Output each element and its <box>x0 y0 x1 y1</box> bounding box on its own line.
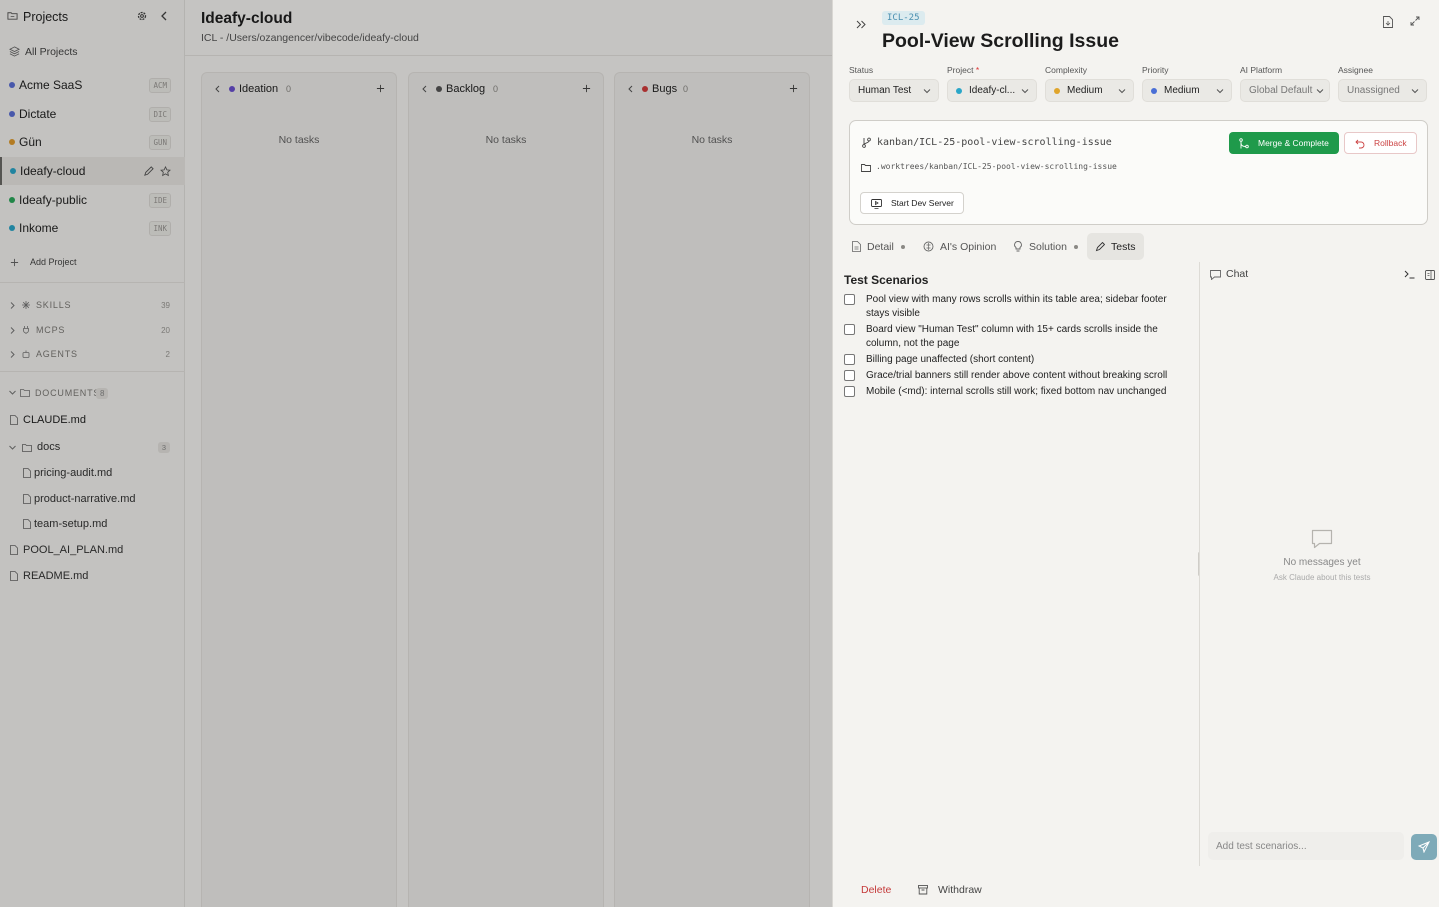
assignee-value: Unassigned <box>1347 85 1400 96</box>
test-item: Grace/trial banners still render above c… <box>844 369 1189 383</box>
ticket-id-badge: ICL-25 <box>882 11 925 25</box>
project-select[interactable]: Ideafy-cl... <box>947 79 1037 102</box>
chat-title: Chat <box>1226 268 1249 280</box>
rollback-button[interactable]: Rollback <box>1344 132 1417 154</box>
test-scenarios-heading: Test Scenarios <box>844 273 929 287</box>
flask-pen-icon <box>1095 241 1105 252</box>
export-file-icon[interactable] <box>1382 15 1394 28</box>
expand-icon[interactable] <box>1409 15 1421 27</box>
complexity-select[interactable]: Medium <box>1045 79 1134 102</box>
test-item: Board view "Human Test" column with 15+ … <box>844 323 1189 350</box>
complexity-value: Medium <box>1067 85 1103 96</box>
send-button[interactable] <box>1411 834 1437 860</box>
send-icon <box>1418 841 1430 853</box>
undo-icon <box>1354 138 1365 149</box>
chevron-down-icon <box>1411 86 1419 97</box>
status-select[interactable]: Human Test <box>849 79 939 102</box>
merge-complete-button[interactable]: Merge & Complete <box>1229 132 1339 154</box>
test-text: Pool view with many rows scrolls within … <box>866 294 1167 319</box>
ai-platform-select[interactable]: Global Default <box>1240 79 1330 102</box>
test-text: Billing page unaffected (short content) <box>866 354 1035 365</box>
tab-detail[interactable]: Detail <box>845 233 907 260</box>
monitor-play-icon <box>870 198 882 209</box>
project-value: Ideafy-cl... <box>969 85 1016 96</box>
start-dev-server-label: Start Dev Server <box>891 198 954 208</box>
complexity-color-dot <box>1054 87 1060 94</box>
git-branch-icon <box>861 136 871 148</box>
chevron-down-icon <box>1216 86 1224 97</box>
branch-name: kanban/ICL-25-pool-view-scrolling-issue <box>877 137 1112 148</box>
tab-tests[interactable]: Tests <box>1087 233 1144 260</box>
test-text: Grace/trial banners still render above c… <box>866 370 1168 381</box>
ticket-title[interactable]: Pool-View Scrolling Issue <box>882 30 1119 53</box>
test-checkbox[interactable] <box>844 324 855 335</box>
modal-backdrop[interactable] <box>0 0 832 907</box>
empty-chat-title: No messages yet <box>1283 557 1361 568</box>
delete-button[interactable]: Delete <box>861 884 891 896</box>
chat-pane: Chat No messages yet Ask Claude about th… <box>1199 262 1439 866</box>
empty-chat-icon <box>1311 529 1333 549</box>
project-label-text: Project <box>947 65 974 75</box>
rollback-label: Rollback <box>1374 138 1407 148</box>
tab-solution[interactable]: Solution <box>1007 233 1085 260</box>
complexity-label: Complexity <box>1045 65 1088 75</box>
priority-value: Medium <box>1164 85 1200 96</box>
chevron-down-icon <box>1118 86 1126 97</box>
chevron-down-icon <box>1021 86 1029 97</box>
start-dev-server-button[interactable]: Start Dev Server <box>860 192 964 214</box>
merge-complete-label: Merge & Complete <box>1258 138 1329 148</box>
test-item: Mobile (<md): internal scrolls still wor… <box>844 385 1189 399</box>
tab-indicator-dot <box>900 244 905 249</box>
ai-platform-label: AI Platform <box>1240 65 1283 75</box>
chat-bubble-icon <box>1209 269 1221 280</box>
tab-label: Tests <box>1111 240 1136 253</box>
chevron-down-icon <box>1316 86 1324 97</box>
assignee-select[interactable]: Unassigned <box>1338 79 1427 102</box>
status-label: Status <box>849 65 874 75</box>
test-text: Board view "Human Test" column with 15+ … <box>866 324 1158 349</box>
test-text: Mobile (<md): internal scrolls still wor… <box>866 386 1167 397</box>
collapse-panel-icon[interactable] <box>855 18 867 30</box>
priority-label: Priority <box>1142 65 1169 75</box>
status-value: Human Test <box>858 85 912 96</box>
folder-git-icon <box>860 162 871 172</box>
project-color-dot <box>956 87 962 94</box>
tab-indicator-dot <box>1073 244 1078 249</box>
required-marker: * <box>975 65 980 75</box>
withdraw-button[interactable]: Withdraw <box>916 879 982 901</box>
chat-input[interactable]: Add test scenarios... <box>1208 832 1404 860</box>
git-merge-icon <box>1238 137 1249 149</box>
ai-platform-value: Global Default <box>1249 85 1313 96</box>
lightbulb-icon <box>1014 241 1022 252</box>
test-checkbox[interactable] <box>844 294 855 305</box>
panel-toggle-icon[interactable] <box>1424 269 1436 281</box>
worktree-path: .worktrees/kanban/ICL-25-pool-view-scrol… <box>876 162 1117 171</box>
terminal-icon[interactable] <box>1403 269 1415 279</box>
tab-label: Solution <box>1029 240 1067 253</box>
tab-ai-opinion[interactable]: AI's Opinion <box>917 233 997 260</box>
tab-label: Detail <box>867 240 894 253</box>
chevron-down-icon <box>923 86 931 97</box>
git-worktree-box: kanban/ICL-25-pool-view-scrolling-issue … <box>849 120 1428 225</box>
test-item: Billing page unaffected (short content) <box>844 353 1189 367</box>
test-checkbox[interactable] <box>844 386 855 397</box>
empty-chat-subtitle: Ask Claude about this tests <box>1273 573 1371 582</box>
withdraw-label: Withdraw <box>938 884 982 896</box>
file-text-icon <box>852 241 861 252</box>
test-checkbox[interactable] <box>844 354 855 365</box>
priority-select[interactable]: Medium <box>1142 79 1232 102</box>
brain-icon <box>923 241 934 252</box>
project-label: Project * <box>947 65 979 75</box>
assignee-label: Assignee <box>1338 65 1373 75</box>
archive-icon <box>917 884 928 895</box>
priority-color-dot <box>1151 87 1157 94</box>
chat-input-placeholder: Add test scenarios... <box>1216 840 1307 852</box>
tab-label: AI's Opinion <box>940 240 997 253</box>
test-item: Pool view with many rows scrolls within … <box>844 293 1189 320</box>
test-checkbox[interactable] <box>844 370 855 381</box>
ticket-panel: ICL-25 Pool-View Scrolling Issue Status … <box>832 0 1439 907</box>
